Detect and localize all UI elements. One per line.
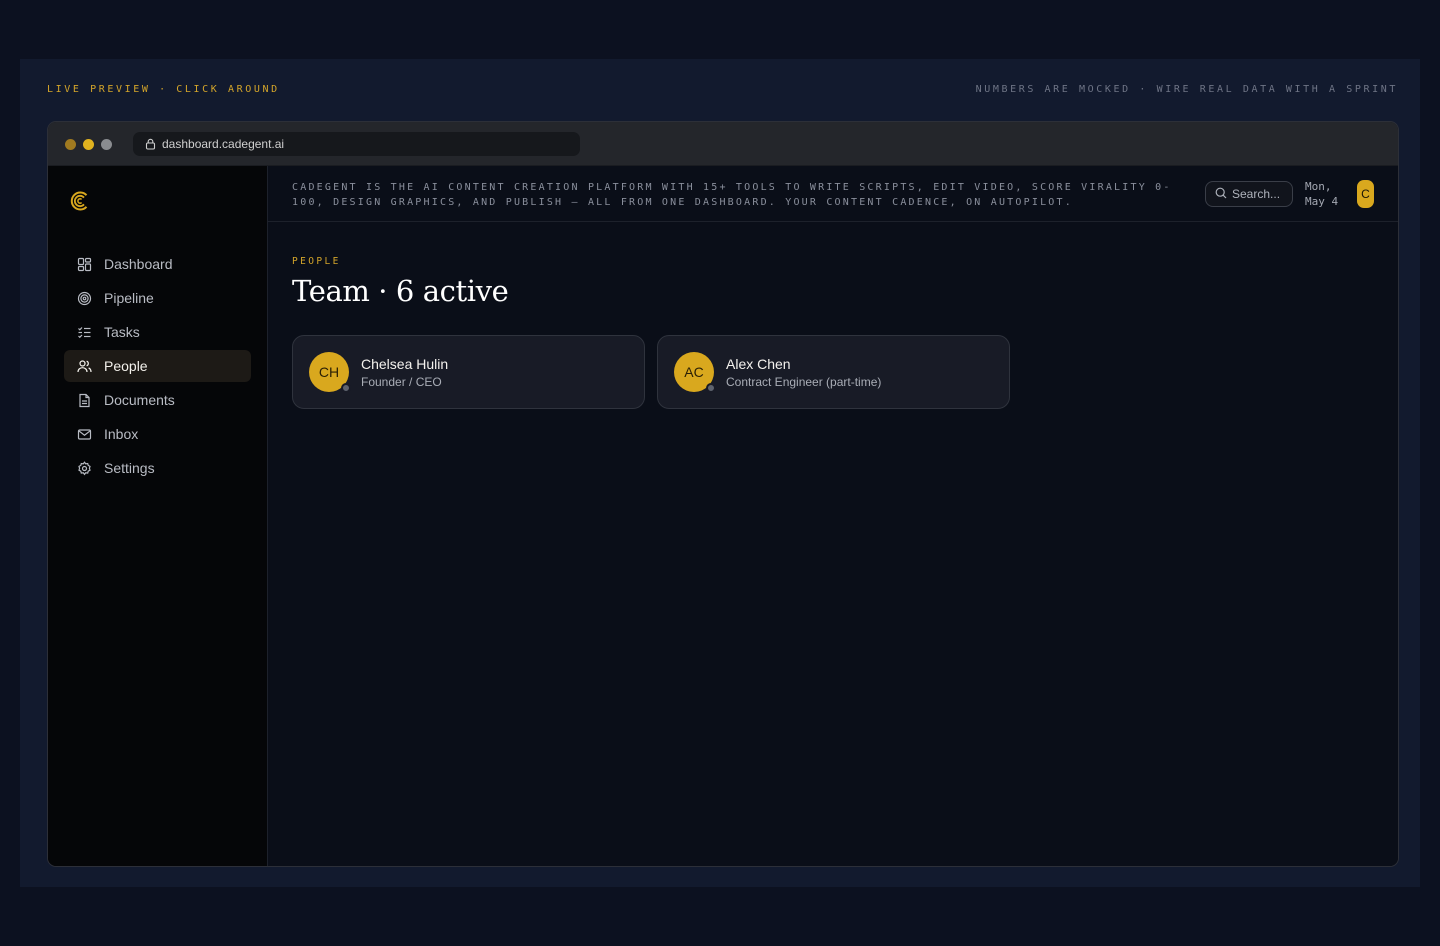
person-role: Contract Engineer (part-time): [726, 375, 882, 389]
sidebar-item-label: Settings: [104, 460, 155, 476]
status-dot: [341, 383, 351, 393]
target-icon: [77, 291, 92, 306]
live-preview-caption: LIVE PREVIEW · CLICK AROUND: [47, 84, 280, 95]
sidebar-item-pipeline[interactable]: Pipeline: [64, 282, 251, 314]
mocked-data-caption: NUMBERS ARE MOCKED · WIRE REAL DATA WITH…: [975, 84, 1398, 95]
platform-tagline: CADEGENT IS THE AI CONTENT CREATION PLAT…: [292, 182, 1172, 208]
sidebar-item-people[interactable]: People: [64, 350, 251, 382]
person-card[interactable]: CH Chelsea Hulin Founder / CEO: [292, 335, 645, 409]
people-list: CH Chelsea Hulin Founder / CEO AC Alex C…: [292, 335, 1010, 409]
sidebar-item-label: Inbox: [104, 426, 139, 442]
lock-icon: [145, 138, 156, 150]
top-bar: CADEGENT IS THE AI CONTENT CREATION PLAT…: [268, 166, 1398, 222]
sidebar-item-dashboard[interactable]: Dashboard: [64, 248, 251, 280]
person-name: Alex Chen: [726, 356, 791, 372]
person-card[interactable]: AC Alex Chen Contract Engineer (part-tim…: [657, 335, 1010, 409]
document-icon: [77, 393, 92, 408]
sidebar-item-tasks[interactable]: Tasks: [64, 316, 251, 348]
users-icon: [77, 359, 92, 374]
sidebar-item-label: Dashboard: [104, 256, 173, 272]
person-role: Founder / CEO: [361, 375, 442, 389]
sidebar-nav: Dashboard Pipeline Tasks People Document…: [64, 248, 251, 486]
search-icon: [1215, 187, 1227, 202]
sidebar-item-inbox[interactable]: Inbox: [64, 418, 251, 450]
checklist-icon: [77, 325, 92, 340]
cadegent-logo-icon[interactable]: [69, 190, 91, 212]
window-close-dot[interactable]: [65, 139, 76, 150]
sidebar-item-label: Documents: [104, 392, 175, 408]
sidebar-item-label: People: [104, 358, 148, 374]
app-shell: Dashboard Pipeline Tasks People Document…: [48, 166, 1398, 866]
window-zoom-dot[interactable]: [101, 139, 112, 150]
window-minimize-dot[interactable]: [83, 139, 94, 150]
search-input[interactable]: Search...: [1205, 181, 1293, 207]
mail-icon: [77, 427, 92, 442]
status-dot: [706, 383, 716, 393]
search-placeholder: Search...: [1232, 187, 1281, 201]
person-name: Chelsea Hulin: [361, 356, 449, 372]
sidebar-item-documents[interactable]: Documents: [64, 384, 251, 416]
current-date: Mon, May 4: [1305, 180, 1339, 208]
main-content: CADEGENT IS THE AI CONTENT CREATION PLAT…: [268, 166, 1398, 866]
grid-icon: [77, 257, 92, 272]
url-text: dashboard.cadegent.ai: [162, 137, 285, 151]
address-bar[interactable]: dashboard.cadegent.ai: [133, 132, 580, 156]
browser-window: dashboard.cadegent.ai Dashboard Pipeline…: [47, 121, 1399, 867]
page-title: Team · 6 active: [292, 274, 509, 308]
sidebar-item-label: Pipeline: [104, 290, 154, 306]
sidebar: Dashboard Pipeline Tasks People Document…: [48, 166, 268, 866]
browser-chrome: dashboard.cadegent.ai: [48, 122, 1398, 166]
user-avatar[interactable]: C: [1357, 180, 1374, 208]
gear-icon: [77, 460, 92, 476]
section-label: PEOPLE: [292, 256, 341, 267]
sidebar-item-settings[interactable]: Settings: [64, 452, 251, 484]
sidebar-item-label: Tasks: [104, 324, 140, 340]
